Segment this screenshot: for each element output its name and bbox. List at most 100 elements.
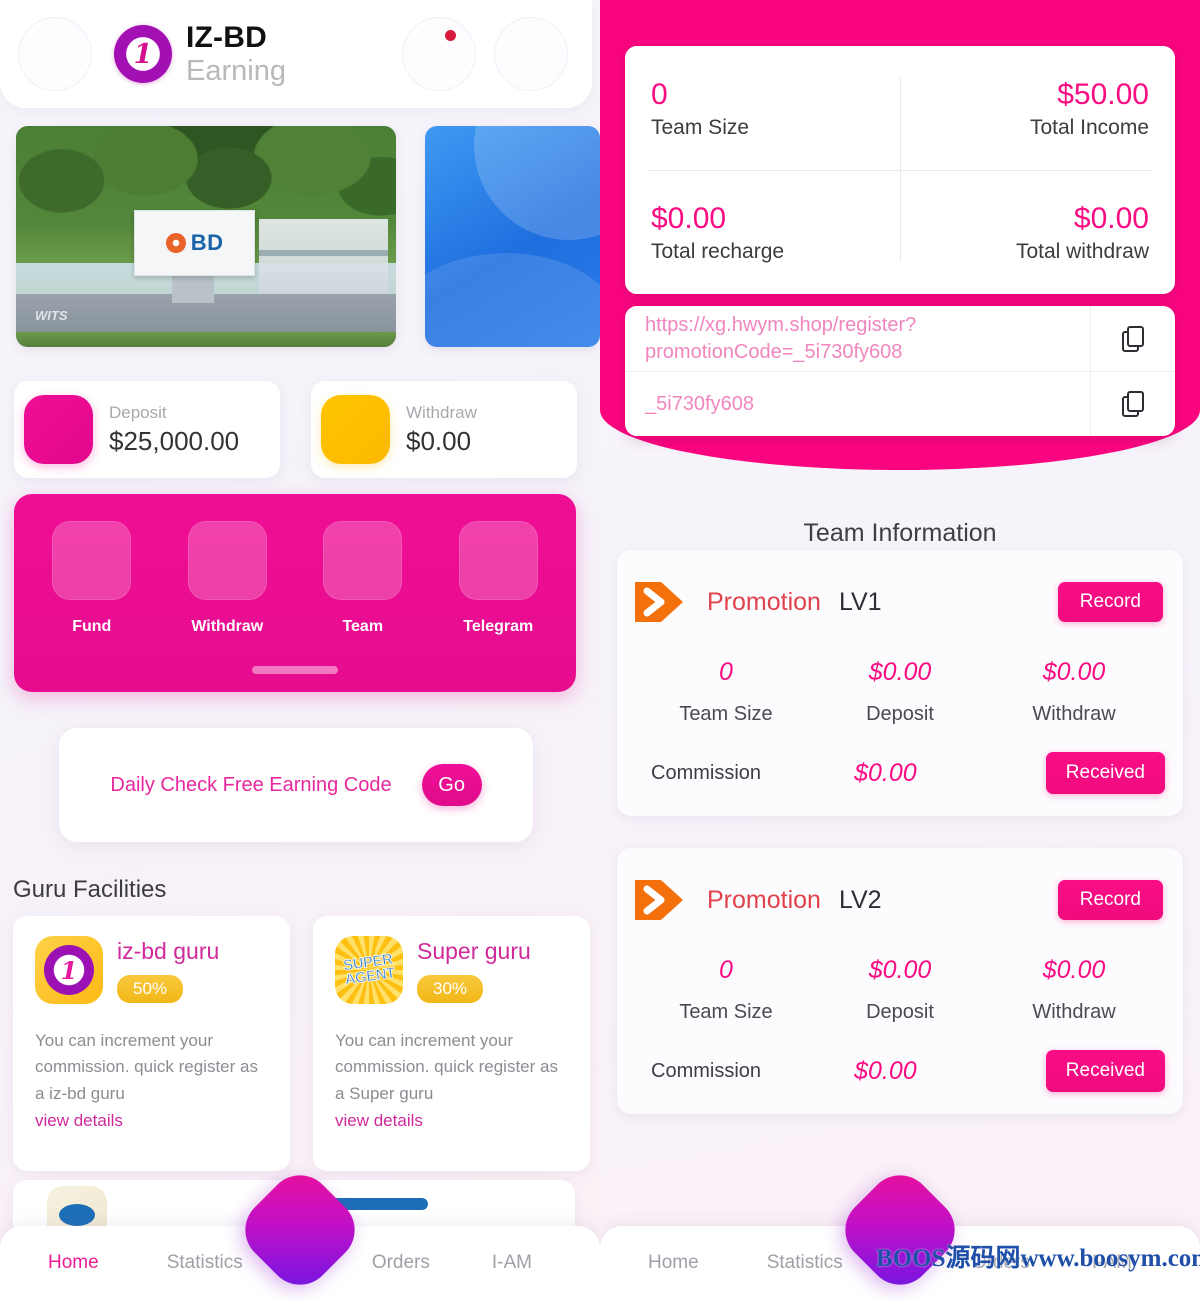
promotion-title: Promotion	[707, 587, 821, 616]
deposit-value: $25,000.00	[109, 425, 240, 456]
fund-icon	[52, 521, 132, 600]
izbd-badge-number: 1	[60, 955, 78, 985]
nav-item-home[interactable]: Home	[48, 1252, 99, 1274]
referral-link-text[interactable]: https://xg.hwym.shop/register?promotionC…	[625, 312, 1090, 365]
page-title: IZ-BD	[186, 21, 267, 55]
guru-card-izbd[interactable]: 1 iz-bd guru 50% You can increment your …	[13, 916, 290, 1171]
header-left-placeholder-icon[interactable]	[18, 17, 92, 91]
stat-label: Total withdraw	[1015, 239, 1149, 263]
quick-action-fund[interactable]: Fund	[40, 521, 144, 636]
brand-logo-icon	[114, 25, 172, 83]
banner-carousel[interactable]: BD WITS	[16, 126, 600, 347]
promotion-stat-withdraw: $0.00 Withdraw	[987, 956, 1161, 1024]
header-menu-icon[interactable]	[493, 17, 568, 91]
banner-grass	[16, 331, 396, 347]
nav-item-orders[interactable]: Orders	[972, 1252, 1030, 1274]
promotion-card-lv2: Promotion LV2 Record 0 Team Size $0.00 D…	[617, 848, 1183, 1114]
withdraw-label: Withdraw	[406, 402, 477, 422]
referral-code-text[interactable]: _5i730fy608	[625, 391, 1090, 417]
carousel-indicator[interactable]	[252, 666, 338, 674]
team-screen: 0 Team Size $50.00 Total Income $0.00 To…	[600, 0, 1200, 1300]
commission-value: $0.00	[854, 758, 917, 787]
record-button[interactable]: Record	[1057, 880, 1163, 920]
stat-value: $0.00	[1042, 956, 1106, 984]
stat-label: Deposit	[866, 1001, 934, 1023]
stat-value: $0.00	[1042, 658, 1106, 686]
guru-description: You can increment your commission. quick…	[35, 1031, 258, 1103]
brand-block: IZ-BD Earning	[114, 22, 286, 86]
referral-code-row: _5i730fy608	[625, 371, 1175, 436]
withdraw-icon	[321, 395, 390, 464]
stat-total-recharge: $0.00 Total recharge	[625, 170, 900, 294]
stat-label: Team Size	[679, 1001, 773, 1023]
withdraw-value: $0.00	[406, 425, 472, 456]
team-icon	[323, 521, 403, 600]
promotion-level: LV2	[838, 885, 882, 914]
stat-label: Deposit	[866, 703, 934, 725]
stat-value: $0.00	[651, 202, 727, 236]
quick-action-label: Fund	[72, 618, 112, 635]
copy-icon	[1122, 391, 1144, 417]
stat-label: Total recharge	[651, 239, 785, 263]
team-information-title: Team Information	[803, 519, 997, 547]
guru-section-title: Guru Facilities	[13, 876, 167, 903]
banner-sign: BD	[133, 209, 256, 277]
banner-sign-text: BD	[190, 230, 224, 256]
add-fab[interactable]	[832, 1162, 968, 1298]
banner-slide-current[interactable]: BD WITS	[16, 126, 396, 347]
promotion-stat-deposit: $0.00 Deposit	[813, 658, 987, 726]
guru-card-super[interactable]: SUPER AGENT Super guru 30% You can incre…	[313, 916, 590, 1171]
daily-check-card: Daily Check Free Earning Code Go	[59, 728, 533, 842]
copy-link-button[interactable]	[1091, 325, 1175, 352]
copy-icon	[1122, 325, 1144, 352]
notification-bell-icon[interactable]	[401, 17, 476, 91]
promotion-card-lv1: Promotion LV1 Record 0 Team Size $0.00 D…	[617, 550, 1183, 816]
nav-item-iam[interactable]: I-AM	[1092, 1252, 1132, 1274]
promotion-arrow-icon	[631, 572, 691, 632]
banner-slide-next[interactable]	[425, 126, 600, 347]
quick-action-label: Team	[342, 618, 384, 635]
page-subtitle: Earning	[186, 54, 286, 87]
banner-sign-post	[171, 271, 214, 303]
record-button[interactable]: Record	[1057, 582, 1163, 622]
nav-item-statistics[interactable]: Statistics	[167, 1252, 243, 1274]
quick-actions-panel: Fund Withdraw Team Telegram	[14, 494, 576, 692]
nav-item-orders[interactable]: Orders	[372, 1252, 430, 1274]
nav-item-statistics[interactable]: Statistics	[767, 1252, 843, 1274]
commission-value: $0.00	[854, 1056, 917, 1085]
guru-percent-badge: 50%	[117, 975, 184, 1003]
quick-action-telegram[interactable]: Telegram	[447, 521, 551, 636]
view-details-link[interactable]: view details	[35, 1111, 268, 1131]
guru-cards: 1 iz-bd guru 50% You can increment your …	[13, 916, 590, 1171]
nav-item-home[interactable]: Home	[648, 1252, 699, 1274]
referral-card: https://xg.hwym.shop/register?promotionC…	[625, 306, 1175, 436]
team-stats-card: 0 Team Size $50.00 Total Income $0.00 To…	[625, 46, 1175, 294]
withdraw-icon	[187, 521, 267, 600]
quick-action-withdraw[interactable]: Withdraw	[176, 521, 280, 636]
received-button[interactable]: Received	[1045, 752, 1165, 794]
quick-action-team[interactable]: Team	[311, 521, 415, 636]
screenshot-root: IZ-BD Earning BD WITS	[0, 0, 1200, 1300]
home-screen: IZ-BD Earning BD WITS	[0, 0, 600, 1300]
stat-value: 0	[651, 78, 668, 112]
promotion-arrow-icon	[631, 870, 691, 930]
promotion-stat-withdraw: $0.00 Withdraw	[987, 658, 1161, 726]
received-button[interactable]: Received	[1045, 1050, 1165, 1092]
stat-label: Withdraw	[1032, 703, 1116, 725]
view-details-link[interactable]: view details	[335, 1111, 568, 1131]
stat-value: $50.00	[1057, 78, 1149, 112]
copy-code-button[interactable]	[1091, 391, 1175, 417]
bd-logo-icon	[165, 233, 186, 254]
bottom-navigation: Home Statistics Orders I-AM	[0, 1162, 600, 1300]
go-button[interactable]: Go	[421, 764, 482, 806]
quick-action-label: Withdraw	[191, 618, 264, 635]
promotion-stat-team-size: 0 Team Size	[639, 658, 813, 726]
stat-value: $0.00	[868, 956, 932, 984]
stat-label: Team Size	[651, 115, 750, 139]
nav-item-iam[interactable]: I-AM	[492, 1252, 532, 1274]
deposit-card[interactable]: Deposit $25,000.00	[14, 381, 280, 478]
wallet-icon	[24, 395, 93, 464]
withdraw-card[interactable]: Withdraw $0.00	[311, 381, 577, 478]
banner-watermark: WITS	[35, 307, 68, 323]
stat-label: Total Income	[1029, 115, 1149, 139]
